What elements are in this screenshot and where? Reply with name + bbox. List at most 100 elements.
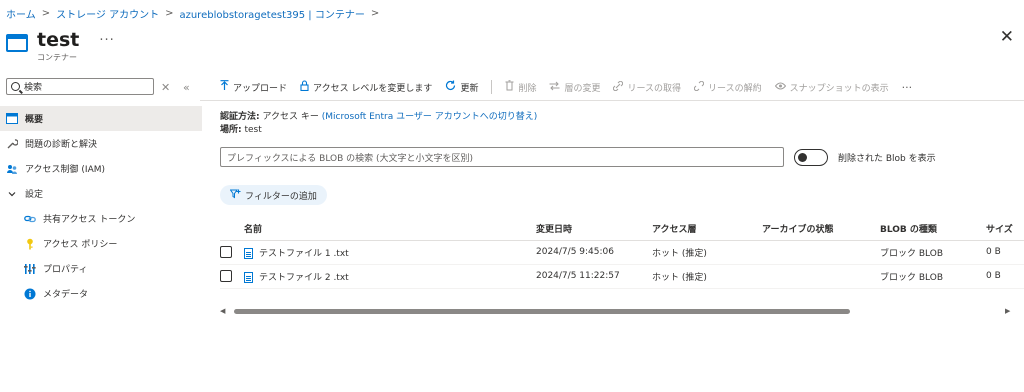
column-header-name[interactable]: 名前 [244,218,536,241]
page-title: test [37,29,80,51]
sidebar-item-label: プロパティ [43,265,88,275]
sidebar: 検索 ✕ « 概要 問題の診断と解決 アクセス制御 (IAM) 設定 共有アクセ… [0,78,202,306]
sidebar-item-properties[interactable]: プロパティ [0,256,202,281]
blob-modified: 2024/7/5 9:45:06 [536,240,652,265]
sidebar-search-input[interactable]: 検索 [6,78,154,95]
search-icon [11,82,20,91]
file-icon [244,247,253,259]
upload-icon [220,80,229,94]
blob-name[interactable]: テストファイル 2 .txt [259,273,349,283]
view-snapshots-button[interactable]: スナップショットの表示 [774,81,889,94]
change-access-level-label: アクセス レベルを変更します [313,83,433,94]
toolbar-divider [491,80,493,94]
collapse-sidebar-icon[interactable]: « [183,81,190,94]
breadcrumb-separator: > [370,8,380,19]
sidebar-item-label: 設定 [25,190,44,200]
command-bar: アップロード アクセス レベルを変更します 更新 削除 層の変更 リースの取得 … [220,78,1024,96]
scroll-track[interactable] [230,308,1005,314]
switch-auth-link[interactable]: (Microsoft Entra ユーザー アカウントへの切り替え) [322,112,538,122]
sidebar-item-label: 問題の診断と解決 [25,140,98,150]
info-icon [24,288,36,300]
refresh-label: 更新 [460,83,479,94]
scroll-thumb[interactable] [234,308,850,314]
chevron-down-icon [6,188,18,200]
row-checkbox[interactable] [220,246,232,258]
table-header-row: 名前 変更日時 アクセス層 アーカイブの状態 BLOB の種類 サイズ [220,218,1024,241]
more-options-icon[interactable]: ··· [99,33,114,48]
sidebar-group-settings[interactable]: 設定 [0,181,202,206]
row-checkbox[interactable] [220,270,232,282]
breadcrumb-account[interactable]: azureblobstoragetest395 | コンテナー [179,6,364,21]
table-row[interactable]: テストファイル 2 .txt 2024/7/5 11:22:57 ホット (推定… [220,264,1024,289]
link-icon [24,213,36,225]
refresh-button[interactable]: 更新 [445,80,478,94]
close-icon[interactable]: ✕ [1000,29,1014,46]
column-header-blob-type[interactable]: BLOB の種類 [880,218,986,241]
breadcrumb: ホーム > ストレージ アカウント > azureblobstoragetest… [6,6,379,21]
break-lease-button[interactable]: リースの解約 [693,80,762,94]
sidebar-item-diagnose[interactable]: 問題の診断と解決 [0,131,202,156]
change-tier-button[interactable]: 層の変更 [549,81,600,94]
scroll-right-icon[interactable]: ▶ [1005,307,1015,315]
blob-access-tier: ホット (推定) [652,240,762,265]
swap-icon [549,81,560,94]
sidebar-item-label: メタデータ [43,290,89,300]
clear-search-icon[interactable]: ✕ [161,81,170,94]
sidebar-item-sas[interactable]: 共有アクセス トークン [0,206,202,231]
more-commands-icon[interactable]: ··· [902,81,913,94]
link-icon [613,80,624,94]
sidebar-item-metadata[interactable]: メタデータ [0,281,202,306]
trash-icon [505,80,514,94]
view-snapshots-label: スナップショットの表示 [789,83,889,94]
column-header-size[interactable]: サイズ [986,218,1024,241]
horizontal-scrollbar[interactable]: ◀ ▶ [220,307,1015,315]
main-content: アップロード アクセス レベルを変更します 更新 削除 層の変更 リースの取得 … [200,78,1024,289]
blob-archive-status [762,264,880,289]
container-icon [6,34,28,52]
blob-type: ブロック BLOB [880,264,986,289]
sidebar-item-access-policy[interactable]: アクセス ポリシー [0,231,202,256]
sidebar-item-label: 共有アクセス トークン [43,215,136,225]
column-header-access-tier[interactable]: アクセス層 [652,218,762,241]
blob-access-tier: ホット (推定) [652,264,762,289]
table-row[interactable]: テストファイル 1 .txt 2024/7/5 9:45:06 ホット (推定)… [220,240,1024,265]
breadcrumb-separator: > [165,8,174,19]
wrench-icon [6,138,18,150]
blob-name[interactable]: テストファイル 1 .txt [259,249,349,259]
select-all-header [220,218,244,241]
blob-prefix-placeholder: プレフィックスによる BLOB の検索 (大文字と小文字を区別) [227,153,474,164]
properties-icon [24,263,36,275]
sidebar-item-label: アクセス ポリシー [43,240,118,250]
location-label: 場所: [220,125,242,135]
show-deleted-toggle[interactable] [794,148,828,166]
column-header-archive-status[interactable]: アーカイブの状態 [762,218,880,241]
scroll-left-icon[interactable]: ◀ [220,307,230,315]
add-filter-label: フィルターの追加 [245,191,317,202]
breadcrumb-home[interactable]: ホーム [6,6,36,21]
change-tier-label: 層の変更 [564,83,601,94]
auth-info: 認証方法: アクセス キー (Microsoft Entra ユーザー アカウン… [220,111,1024,137]
upload-button[interactable]: アップロード [220,80,287,94]
people-icon [6,163,18,175]
sidebar-item-iam[interactable]: アクセス制御 (IAM) [0,156,202,181]
breadcrumb-storage-accounts[interactable]: ストレージ アカウント [56,6,159,21]
breadcrumb-separator: > [41,8,51,19]
filter-add-icon [229,189,241,202]
auth-method-value: アクセス キー [262,112,319,122]
add-filter-button[interactable]: フィルターの追加 [220,185,327,205]
acquire-lease-label: リースの取得 [627,83,682,94]
acquire-lease-button[interactable]: リースの取得 [613,80,682,94]
eye-icon [774,82,786,93]
page-header: test コンテナー ··· [6,30,115,63]
column-header-modified[interactable]: 変更日時 [536,218,652,241]
sidebar-item-overview[interactable]: 概要 [0,106,202,131]
change-access-level-button[interactable]: アクセス レベルを変更します [300,80,432,94]
show-deleted-label: 削除された Blob を表示 [838,153,936,164]
blob-archive-status [762,240,880,265]
sidebar-item-label: アクセス制御 (IAM) [25,165,106,175]
break-lease-label: リースの解約 [708,83,762,94]
lock-icon [300,80,309,94]
blob-prefix-search-input[interactable]: プレフィックスによる BLOB の検索 (大文字と小文字を区別) [220,147,784,167]
delete-button[interactable]: 削除 [505,80,536,94]
location-value: test [244,125,262,135]
